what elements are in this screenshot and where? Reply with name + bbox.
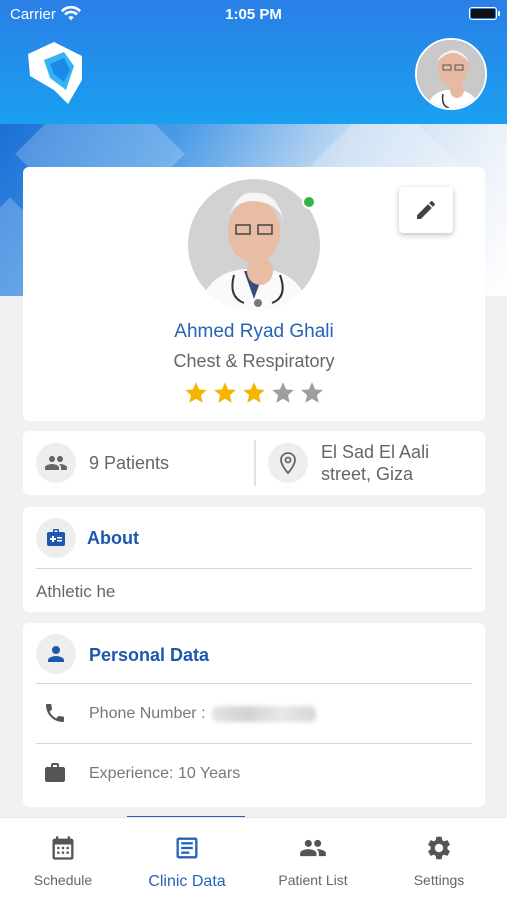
person-icon xyxy=(48,646,64,662)
about-title: About xyxy=(87,528,139,548)
star-filled-icon xyxy=(185,382,207,403)
doctor-name: Ahmed Ryad Ghali xyxy=(174,321,334,342)
phone-icon xyxy=(46,704,64,722)
rating-stars xyxy=(183,380,325,410)
about-divider xyxy=(36,568,472,569)
personal-data-title: Personal Data xyxy=(89,645,210,665)
about-icon-badge xyxy=(36,518,76,558)
experience-row: Experience: 10 Years xyxy=(89,765,240,783)
calendar-icon xyxy=(52,836,74,860)
experience-label: Experience: xyxy=(89,765,174,782)
people-icon xyxy=(300,839,326,857)
about-text: Athletic he xyxy=(36,582,116,601)
star-empty-icon xyxy=(301,382,323,403)
patients-count: 9 Patients xyxy=(89,453,170,473)
stats-card: 9 Patients El Sad El Aali street, Giza xyxy=(23,431,485,495)
phone-value-redacted xyxy=(211,705,316,722)
document-icon xyxy=(176,837,198,859)
gear-icon xyxy=(428,836,450,860)
phone-row: Phone Number : xyxy=(89,705,316,723)
stats-divider xyxy=(254,440,256,486)
doctor-photo xyxy=(188,179,320,311)
user-avatar[interactable] xyxy=(415,38,487,110)
location-icon-badge xyxy=(268,443,308,483)
tab-schedule-label: Schedule xyxy=(33,872,93,888)
tab-clinic-data-label: Clinic Data xyxy=(148,873,226,890)
tab-schedule[interactable]: Schedule xyxy=(0,818,126,900)
pencil-icon xyxy=(417,200,435,219)
personal-icon-badge xyxy=(36,634,76,674)
personal-divider-1 xyxy=(36,683,472,684)
tab-clinic-data[interactable]: Clinic Data xyxy=(124,818,250,900)
tab-settings-label: Settings xyxy=(413,872,465,888)
experience-value: 10 Years xyxy=(177,765,241,782)
medical-id-icon xyxy=(47,529,65,546)
address-line-1: El Sad El Aali xyxy=(321,442,430,462)
about-card: About Athletic he xyxy=(23,507,485,612)
bottom-tab-bar: Schedule Clinic Data Patient List Settin… xyxy=(0,817,507,900)
location-pin-icon xyxy=(280,452,296,475)
battery-icon xyxy=(469,7,500,20)
personal-divider-2 xyxy=(36,743,472,744)
personal-data-card: Personal Data Phone Number : Experience:… xyxy=(23,623,485,807)
star-empty-icon xyxy=(272,382,294,403)
status-time: 1:05 PM xyxy=(225,6,282,23)
profile-card: Ahmed Ryad Ghali Chest & Respiratory xyxy=(23,167,485,421)
address-line-2: street, Giza xyxy=(321,464,414,484)
app-logo[interactable] xyxy=(24,40,86,106)
phone-label: Phone Number : xyxy=(89,705,206,722)
briefcase-icon xyxy=(45,763,65,782)
app-header: Carrier 1:05 PM xyxy=(0,0,507,124)
star-filled-icon xyxy=(214,382,236,403)
tab-settings[interactable]: Settings xyxy=(376,818,502,900)
edit-profile-button[interactable] xyxy=(399,187,453,233)
tab-patient-list-label: Patient List xyxy=(278,872,348,888)
patients-icon-badge xyxy=(36,443,76,483)
star-filled-icon xyxy=(243,382,265,403)
tab-patient-list[interactable]: Patient List xyxy=(250,818,376,900)
people-icon xyxy=(45,456,67,470)
doctor-specialty: Chest & Respiratory xyxy=(173,351,335,371)
status-bar: Carrier 1:05 PM xyxy=(0,0,507,30)
online-status-dot xyxy=(302,195,316,209)
